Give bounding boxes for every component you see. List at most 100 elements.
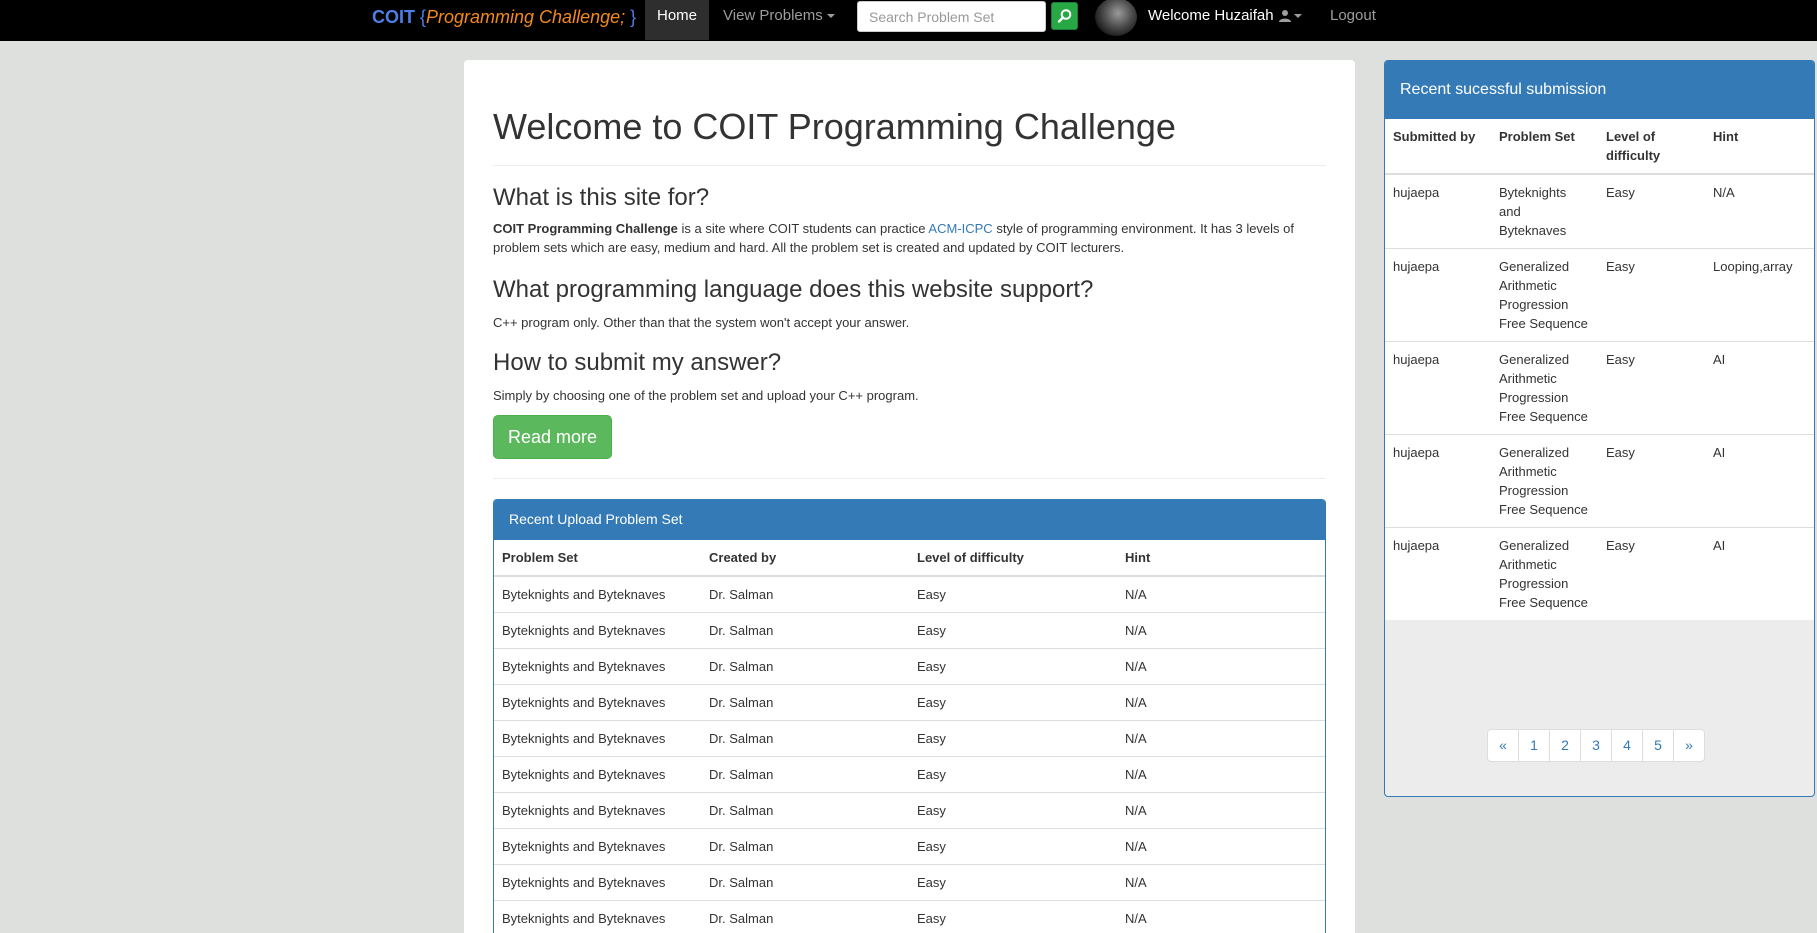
table-cell: Easy: [909, 611, 1117, 648]
table-cell: AI: [1705, 527, 1814, 620]
brand-logo[interactable]: COIT {Programming Challenge; }: [372, 6, 636, 28]
table-cell: Generalized Arithmetic Progression Free …: [1491, 434, 1598, 528]
section-text-purpose: COIT Programming Challenge is a site whe…: [493, 219, 1326, 257]
recent-upload-panel: Recent Upload Problem Set Problem Set Cr…: [493, 499, 1326, 933]
table-cell: Easy: [909, 863, 1117, 900]
table-row[interactable]: Byteknights and Byteknaves Dr. Salman Easy…: [494, 791, 1325, 828]
acm-icpc-link[interactable]: ACM-ICPC: [928, 221, 992, 236]
avatar: [1095, 0, 1137, 36]
pagination-prev[interactable]: «: [1487, 729, 1519, 762]
page-title: Welcome to COIT Programming Challenge: [493, 106, 1176, 147]
table-cell: Byteknights and Byteknaves: [494, 899, 701, 933]
table-cell: Byteknights and Byteknaves: [494, 755, 701, 792]
table-row[interactable]: Byteknights and Byteknaves Dr. Salman Easy…: [494, 611, 1325, 648]
table-row[interactable]: hujaepa Generalized Arithmetic Progressio…: [1385, 527, 1814, 620]
table-cell: Byteknights and Byteknaves: [494, 683, 701, 720]
text-segment: is a site where COIT students can practi…: [677, 221, 929, 236]
nav-home[interactable]: Home: [645, 0, 709, 40]
table-cell: hujaepa: [1385, 434, 1491, 528]
brand-programming: Programming Challenge;: [426, 7, 626, 27]
recent-submission-panel: Recent sucessful submission Submitted by…: [1384, 60, 1815, 797]
main-panel: Welcome to COIT Programming Challenge Wh…: [464, 60, 1355, 933]
pagination-page[interactable]: 4: [1611, 729, 1643, 762]
read-more-button[interactable]: Read more: [493, 415, 612, 459]
pagination-page[interactable]: 3: [1580, 729, 1612, 762]
table-cell: Easy: [909, 791, 1117, 828]
pagination-page[interactable]: 2: [1549, 729, 1581, 762]
table-cell: N/A: [1117, 719, 1325, 756]
search-icon: [1057, 9, 1072, 23]
table-row[interactable]: Byteknights and Byteknaves Dr. Salman Easy…: [494, 647, 1325, 684]
table-row[interactable]: hujaepa Generalized Arithmetic Progressio…: [1385, 341, 1814, 435]
table-row[interactable]: hujaepa Generalized Arithmetic Progressio…: [1385, 434, 1814, 528]
table-cell: Byteknights and Byteknaves: [494, 611, 701, 648]
table-cell: Dr. Salman: [701, 863, 909, 900]
table-cell: Generalized Arithmetic Progression Free …: [1491, 527, 1598, 620]
table-cell: Dr. Salman: [701, 755, 909, 792]
table-cell: N/A: [1117, 863, 1325, 900]
table-cell: hujaepa: [1385, 341, 1491, 435]
table-cell: AI: [1705, 341, 1814, 435]
table-row[interactable]: hujaepa Byteknights and Byteknaves Easy N/A: [1385, 173, 1814, 249]
column-header: Hint: [1117, 540, 1325, 577]
table-cell: Easy: [909, 827, 1117, 864]
column-header: Level of difficulty: [909, 540, 1117, 577]
table-cell: Byteknights and Byteknaves: [1491, 173, 1598, 249]
recent-submission-table: Submitted by Problem Set Level of diffic…: [1385, 119, 1814, 620]
table-cell: Easy: [1598, 341, 1705, 435]
nav-view-problems[interactable]: View Problems: [723, 0, 835, 40]
table-cell: Easy: [909, 755, 1117, 792]
logout-link[interactable]: Logout: [1330, 0, 1376, 32]
recent-submission-heading: Recent sucessful submission: [1385, 61, 1814, 119]
pagination-page[interactable]: 5: [1642, 729, 1674, 762]
section-text-language: C++ program only. Other than that the sy…: [493, 315, 910, 330]
table-row[interactable]: Byteknights and Byteknaves Dr. Salman Easy…: [494, 755, 1325, 792]
section-heading-purpose: What is this site for?: [493, 184, 710, 211]
table-row[interactable]: Byteknights and Byteknaves Dr. Salman Easy…: [494, 899, 1325, 933]
column-header: Problem Set: [494, 540, 701, 577]
table-cell: Byteknights and Byteknaves: [494, 791, 701, 828]
table-cell: Dr. Salman: [701, 791, 909, 828]
table-cell: N/A: [1117, 647, 1325, 684]
table-cell: N/A: [1117, 827, 1325, 864]
user-menu-toggle[interactable]: [1278, 9, 1304, 25]
table-cell: Dr. Salman: [701, 899, 909, 933]
table-cell: N/A: [1117, 755, 1325, 792]
table-row[interactable]: Byteknights and Byteknaves Dr. Salman Easy…: [494, 863, 1325, 900]
column-header: Created by: [701, 540, 909, 577]
table-row[interactable]: Byteknights and Byteknaves Dr. Salman Easy…: [494, 683, 1325, 720]
column-header: Submitted by: [1385, 119, 1491, 175]
table-cell: Easy: [909, 899, 1117, 933]
section-heading-language: What programming language does this webs…: [493, 276, 1094, 303]
brand-coit: COIT: [372, 7, 415, 27]
table-row[interactable]: hujaepa Generalized Arithmetic Progressio…: [1385, 248, 1814, 342]
section-text-submit: Simply by choosing one of the problem se…: [493, 388, 919, 403]
caret-down-icon: [826, 14, 835, 19]
brand-open-brace: {: [415, 7, 427, 27]
table-cell: Generalized Arithmetic Progression Free …: [1491, 248, 1598, 342]
table-row[interactable]: Byteknights and Byteknaves Dr. Salman Easy…: [494, 719, 1325, 756]
table-row[interactable]: Byteknights and Byteknaves Dr. Salman Easy…: [494, 827, 1325, 864]
pagination-next[interactable]: »: [1673, 729, 1705, 762]
navbar: COIT {Programming Challenge; } Home View…: [0, 0, 1817, 41]
table-cell: Easy: [909, 647, 1117, 684]
table-cell: Dr. Salman: [701, 575, 909, 612]
table-cell: AI: [1705, 434, 1814, 528]
table-cell: hujaepa: [1385, 173, 1491, 249]
table-cell: Byteknights and Byteknaves: [494, 863, 701, 900]
site-name-bold: COIT Programming Challenge: [493, 221, 678, 236]
pagination-page[interactable]: 1: [1518, 729, 1550, 762]
table-cell: hujaepa: [1385, 527, 1491, 620]
search-button[interactable]: [1051, 2, 1078, 30]
table-row[interactable]: Byteknights and Byteknaves Dr. Salman Easy…: [494, 575, 1325, 612]
table-cell: Easy: [909, 575, 1117, 612]
search-input[interactable]: [857, 1, 1046, 32]
table-cell: N/A: [1117, 575, 1325, 612]
table-cell: N/A: [1117, 611, 1325, 648]
nav-view-problems-label: View Problems: [723, 7, 823, 24]
table-cell: Dr. Salman: [701, 719, 909, 756]
table-cell: Dr. Salman: [701, 647, 909, 684]
table-cell: N/A: [1117, 683, 1325, 720]
welcome-user: Welcome Huzaifah: [1148, 7, 1274, 24]
section-heading-submit: How to submit my answer?: [493, 349, 782, 376]
